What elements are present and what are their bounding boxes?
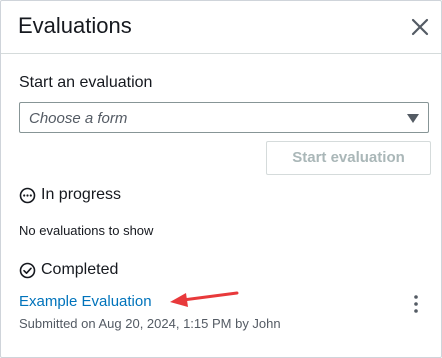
panel-header: Evaluations: [1, 1, 441, 54]
empty-state-message: No evaluations to show: [19, 223, 154, 238]
close-icon[interactable]: [407, 14, 433, 40]
start-evaluation-label: Start an evaluation: [19, 74, 153, 91]
in-progress-heading: In progress: [19, 186, 121, 204]
completed-heading: Completed: [19, 261, 118, 279]
check-circle-icon: [19, 262, 36, 278]
panel-title: Evaluations: [18, 13, 132, 38]
in-progress-label: In progress: [41, 186, 122, 203]
more-options-icon[interactable]: [409, 293, 423, 315]
form-select-placeholder: Choose a form: [29, 110, 128, 127]
completed-label: Completed: [41, 261, 119, 278]
caret-down-icon: [407, 114, 419, 123]
start-evaluation-button[interactable]: Start evaluation: [266, 141, 431, 175]
evaluation-link[interactable]: Example Evaluation: [19, 293, 152, 310]
evaluations-panel: Evaluations Start an evaluation Choose a…: [0, 0, 442, 358]
evaluation-submitted-meta: Submitted on Aug 20, 2024, 1:15 PM by Jo…: [19, 316, 281, 331]
in-progress-icon: [19, 187, 36, 203]
form-select[interactable]: Choose a form: [19, 102, 429, 133]
annotation-arrow-icon: [170, 291, 239, 307]
